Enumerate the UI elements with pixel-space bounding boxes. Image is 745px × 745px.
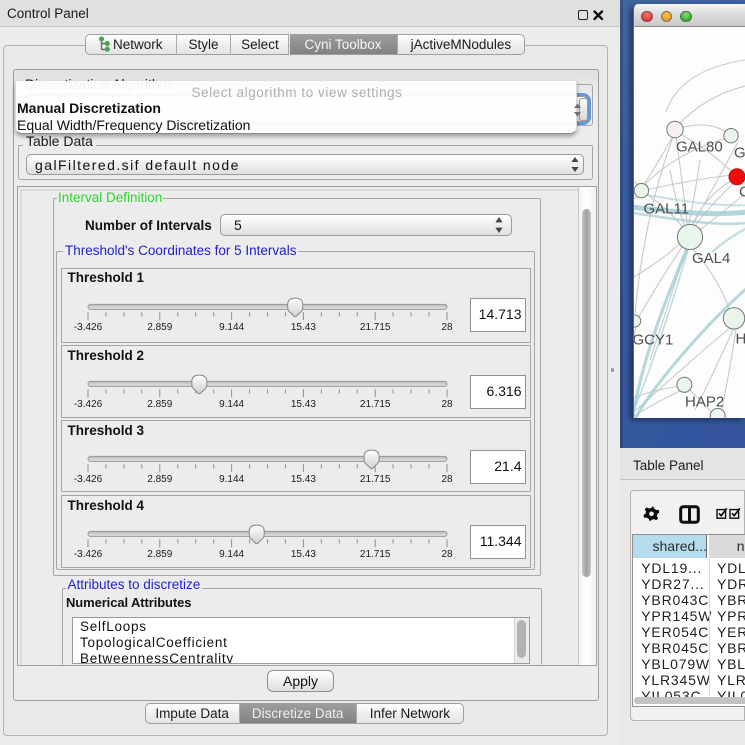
svg-text:H: H bbox=[736, 331, 745, 348]
svg-text:21.715: 21.715 bbox=[360, 474, 391, 485]
svg-text:9.144: 9.144 bbox=[219, 399, 244, 410]
svg-text:GCY1: GCY1 bbox=[633, 332, 674, 349]
svg-text:2.859: 2.859 bbox=[147, 549, 172, 560]
svg-text:-3.426: -3.426 bbox=[74, 549, 103, 560]
svg-text:28: 28 bbox=[441, 399, 453, 410]
svg-text:15.43: 15.43 bbox=[291, 322, 316, 333]
svg-text:28: 28 bbox=[441, 549, 453, 560]
svg-text:GAL4: GAL4 bbox=[692, 250, 730, 267]
svg-text:9.144: 9.144 bbox=[219, 474, 244, 485]
svg-text:2.859: 2.859 bbox=[147, 399, 172, 410]
svg-text:9.144: 9.144 bbox=[219, 549, 244, 560]
svg-text:G: G bbox=[734, 145, 745, 162]
svg-text:-3.426: -3.426 bbox=[74, 399, 103, 410]
svg-text:21.715: 21.715 bbox=[360, 399, 391, 410]
svg-text:28: 28 bbox=[441, 322, 453, 333]
svg-text:C: C bbox=[739, 184, 745, 201]
svg-text:9.144: 9.144 bbox=[219, 322, 244, 333]
svg-text:2.859: 2.859 bbox=[147, 474, 172, 485]
svg-text:GAL80: GAL80 bbox=[676, 139, 723, 156]
svg-text:HAP2: HAP2 bbox=[685, 394, 724, 411]
svg-text:-3.426: -3.426 bbox=[74, 474, 103, 485]
svg-text:21.715: 21.715 bbox=[360, 549, 391, 560]
svg-text:-3.426: -3.426 bbox=[74, 322, 103, 333]
svg-text:28: 28 bbox=[441, 474, 453, 485]
svg-text:15.43: 15.43 bbox=[291, 399, 316, 410]
svg-text:15.43: 15.43 bbox=[291, 549, 316, 560]
svg-text:2.859: 2.859 bbox=[147, 322, 172, 333]
svg-text:15.43: 15.43 bbox=[291, 474, 316, 485]
svg-text:GAL11: GAL11 bbox=[644, 201, 690, 218]
svg-text:21.715: 21.715 bbox=[360, 322, 391, 333]
